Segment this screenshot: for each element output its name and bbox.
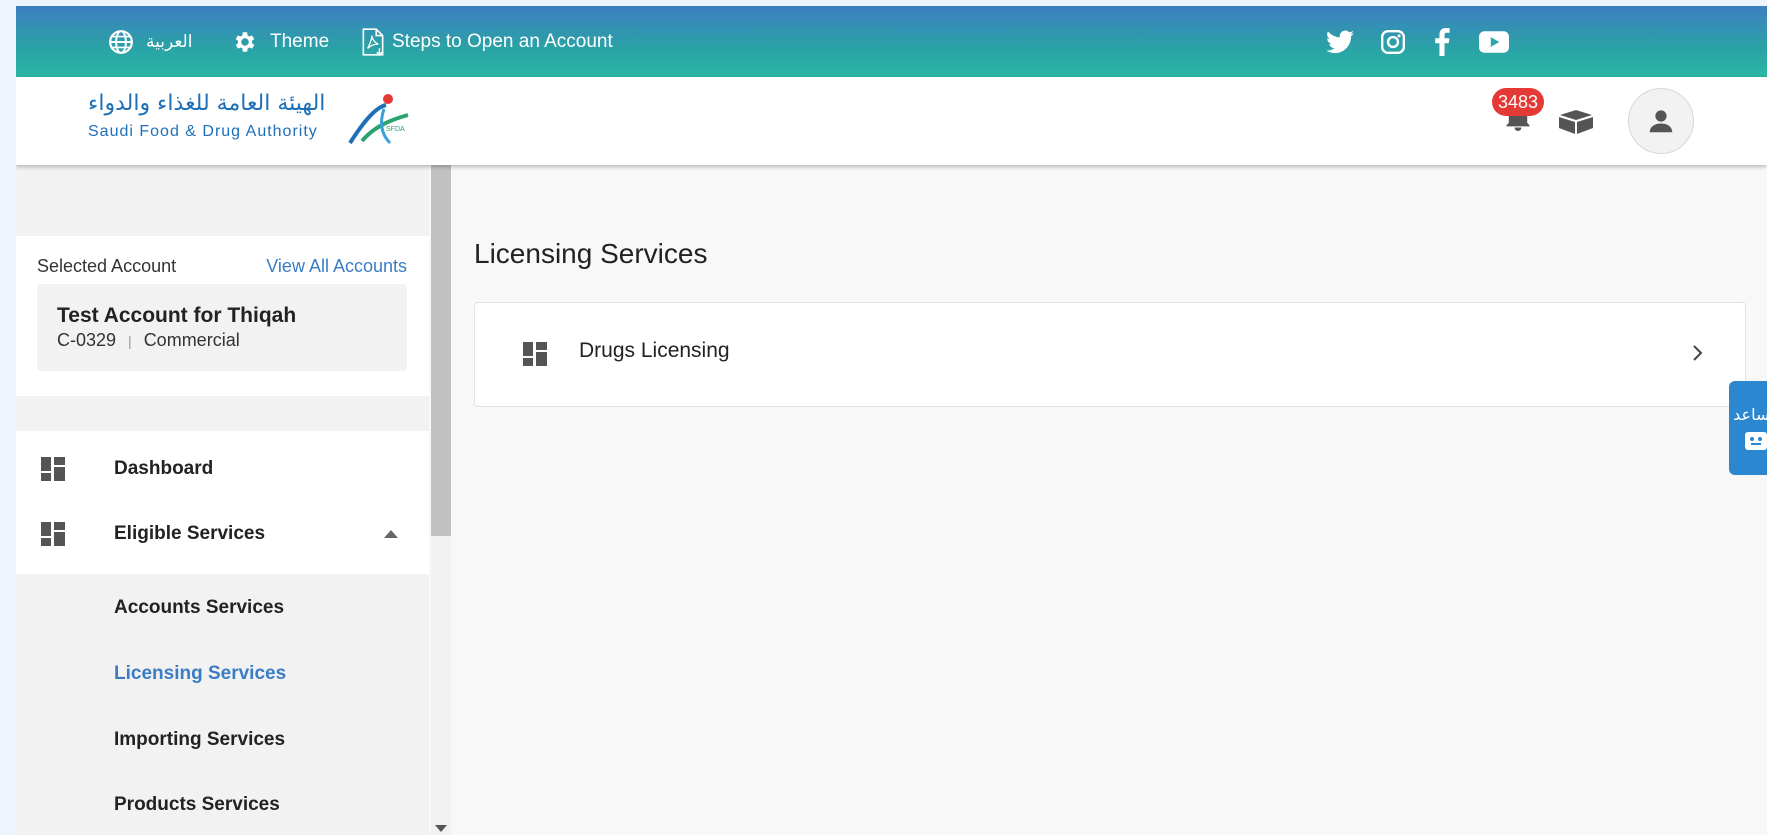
assistant-label: مساعد — [1733, 404, 1767, 424]
sfda-mark-icon: SFDA — [348, 94, 409, 145]
language-switch[interactable]: العربية — [108, 6, 192, 77]
sidebar-item-label: Eligible Services — [114, 523, 266, 544]
account-meta: C-0329 | Commercial — [57, 330, 240, 351]
notification-count: 3483 — [1498, 91, 1539, 112]
logo-mark-text: SFDA — [386, 126, 405, 133]
account-meta-separator: | — [128, 332, 132, 349]
chevron-right-icon — [1693, 345, 1703, 361]
page-title: Licensing Services — [474, 238, 708, 269]
dashboard-icon — [41, 457, 65, 481]
sidebar-item-eligible-services[interactable]: Eligible Services — [16, 506, 429, 562]
sidebar-scrollbar[interactable] — [431, 165, 451, 835]
user-avatar[interactable] — [1628, 88, 1694, 154]
twitter-link[interactable] — [1326, 6, 1354, 77]
notification-count-badge: 3483 — [1492, 88, 1545, 116]
chatbot-icon — [1745, 431, 1767, 450]
steps-to-open-account-link[interactable]: Steps to Open an Account — [360, 6, 613, 77]
account-code: C-0329 — [57, 330, 117, 350]
service-card-drugs-licensing[interactable]: Drugs Licensing — [474, 302, 1746, 407]
sfda-logo[interactable]: الهيئة العامة للغذاء والدواء Saudi Food … — [88, 91, 418, 151]
logo-arabic-text: الهيئة العامة للغذاء والدواء — [88, 91, 326, 116]
facebook-icon — [1435, 27, 1450, 56]
top-bar: العربية Theme Steps to Open an Account — [16, 6, 1767, 77]
pdf-download-icon — [362, 27, 384, 56]
caret-up-icon[interactable] — [384, 530, 398, 538]
sidebar-item-dashboard[interactable]: Dashboard — [16, 441, 429, 497]
account-name: Test Account for Thiqah — [57, 304, 297, 327]
globe-icon — [109, 29, 133, 54]
user-icon — [1649, 110, 1673, 133]
steps-label: Steps to Open an Account — [392, 30, 613, 52]
theme-label: Theme — [270, 30, 330, 52]
selected-account-panel: Selected Account View All Accounts Test … — [16, 236, 429, 396]
account-summary[interactable]: Test Account for Thiqah C-0329 | Commerc… — [37, 284, 407, 371]
sidebar-subitem-licensing-services[interactable]: Licensing Services — [114, 663, 286, 685]
sidebar-subitem-accounts-services[interactable]: Accounts Services — [114, 597, 284, 619]
sidebar: Selected Account View All Accounts Test … — [16, 165, 429, 835]
selected-account-label: Selected Account — [37, 256, 177, 276]
facebook-link[interactable] — [1434, 6, 1450, 77]
theme-button[interactable]: Theme — [232, 6, 329, 77]
language-label: العربية — [146, 31, 193, 51]
sidebar-menu: Dashboard Eligible Services Accounts Ser… — [16, 431, 429, 835]
sidebar-item-label: Dashboard — [114, 458, 214, 479]
logo-english-text: Saudi Food & Drug Authority — [88, 123, 318, 140]
gear-icon — [235, 31, 255, 52]
account-type: Commercial — [143, 330, 240, 350]
twitter-icon — [1326, 29, 1354, 53]
instagram-icon — [1380, 29, 1406, 54]
scrollbar-thumb[interactable] — [431, 165, 451, 536]
app-frame: العربية Theme Steps to Open an Account ا… — [16, 6, 1767, 835]
instagram-link[interactable] — [1380, 6, 1406, 77]
sidebar-subitem-importing-services[interactable]: Importing Services — [114, 729, 285, 751]
sidebar-subitem-products-services[interactable]: Products Services — [114, 794, 280, 816]
dashboard-icon — [523, 342, 547, 366]
service-card-label: Drugs Licensing — [579, 339, 730, 362]
assistant-side-tab[interactable]: مساعد — [1729, 381, 1767, 475]
view-all-accounts-link[interactable]: View All Accounts — [266, 256, 407, 277]
youtube-link[interactable] — [1479, 6, 1509, 77]
scroll-down-arrow-icon[interactable] — [435, 825, 447, 832]
package-box-icon[interactable] — [1557, 106, 1595, 136]
dashboard-icon — [41, 522, 65, 546]
youtube-icon — [1479, 30, 1509, 53]
